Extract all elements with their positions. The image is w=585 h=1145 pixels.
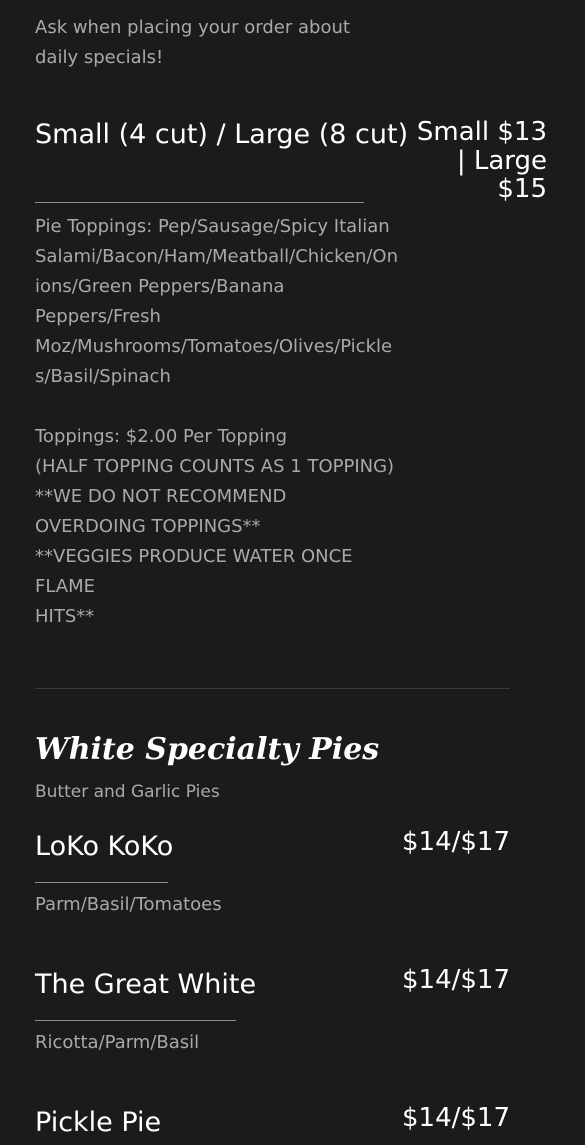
menu-item-underline [35,882,168,883]
toppings-note-line: **WE DO NOT RECOMMEND [35,486,287,507]
toppings-description: Pie Toppings: Pep/Sausage/Spicy Italian … [35,212,398,632]
menu-item-price: $14/$17 [401,827,510,857]
menu-item-name: The Great White [35,969,257,1000]
specials-note-line: daily specials! [35,47,164,68]
size-item-price: Small $13 | Large $15 [417,118,547,204]
price-line-small: Small $13 [416,117,547,147]
toppings-line: s/Basil/Spinach [35,366,171,387]
toppings-note-line: Toppings: $2.00 Per Topping [35,426,288,447]
toppings-line: Peppers/Fresh [35,306,161,327]
price-line-large: | Large [456,145,547,176]
size-item-underline [35,202,364,203]
specials-note-line: Ask when placing your order about [35,17,350,38]
toppings-line: Salami/Bacon/Ham/Meatball/Chicken/On [35,246,399,267]
toppings-note-line: **VEGGIES PRODUCE WATER ONCE [35,546,353,567]
menu-item-underline [35,1020,236,1021]
toppings-line: Moz/Mushrooms/Tomatoes/Olives/Pickle [35,336,393,357]
specials-note: Ask when placing your order about daily … [35,13,375,73]
toppings-note-line: HITS** [35,606,95,627]
section-subheading: Butter and Garlic Pies [35,782,220,802]
menu-item-description: Parm/Basil/Tomatoes [35,894,222,915]
toppings-note-line: OVERDOING TOPPINGS** [35,516,261,537]
toppings-line: Pie Toppings: Pep/Sausage/Spicy Italian [35,216,390,237]
size-item-title: Small (4 cut) / Large (8 cut) [35,119,409,150]
toppings-line: ions/Green Peppers/Banana [35,276,285,297]
section-heading: White Specialty Pies [35,732,380,767]
menu-item-price: $14/$17 [401,965,510,995]
menu-item-name: Pickle Pie [35,1107,162,1138]
menu-item-price: $14/$17 [401,1103,510,1133]
toppings-note-line: FLAME [35,576,96,597]
price-line-large-value: $15 [497,174,547,205]
menu-item-description: Ricotta/Parm/Basil [35,1032,200,1053]
menu-item-name: LoKo KoKo [35,831,174,862]
toppings-note-line: (HALF TOPPING COUNTS AS 1 TOPPING) [35,456,395,477]
section-divider [35,688,510,689]
